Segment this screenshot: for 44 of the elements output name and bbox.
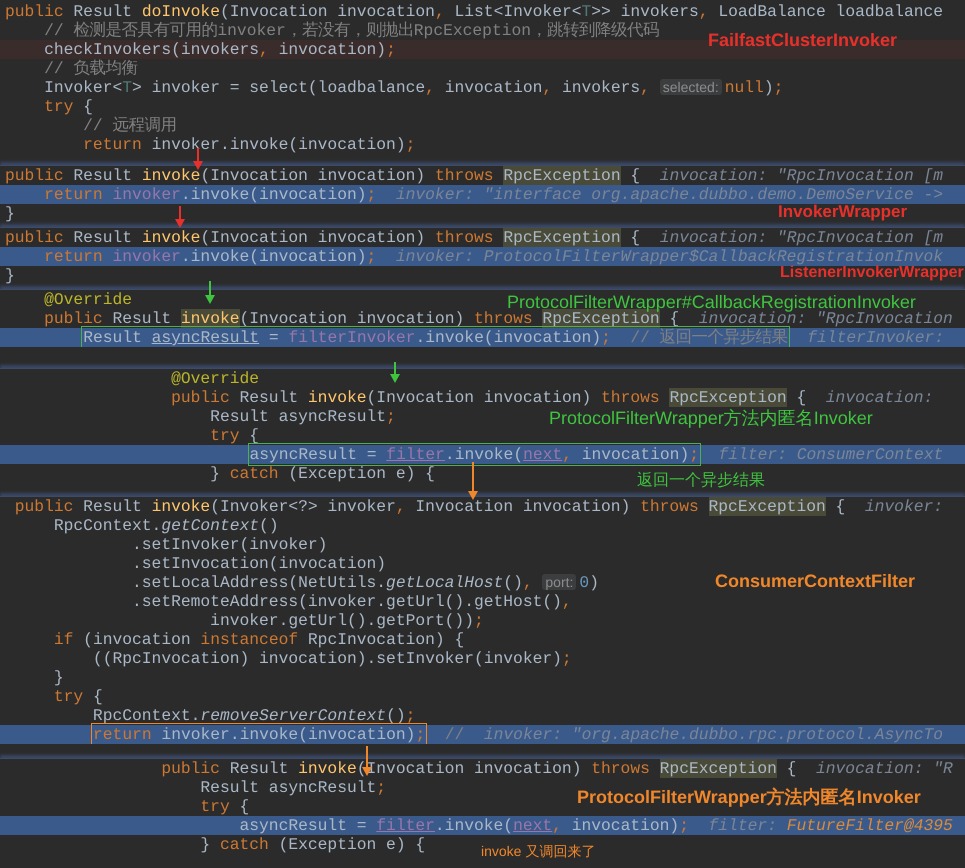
code-line: } catch (Exception e) { xyxy=(199,835,426,854)
code-line: .setRemoteAddress(invoker.getUrl().getHost(), xyxy=(131,592,573,611)
code-line: .setInvoker(invoker) xyxy=(131,535,328,554)
code-line: try { xyxy=(43,97,94,116)
down-arrow xyxy=(175,206,185,228)
down-arrow xyxy=(390,362,400,383)
code-line: @Override xyxy=(170,369,260,388)
code-line: RpcContext.getContext() xyxy=(52,516,280,535)
code-line: return invoker.invoke(invocation); xyxy=(82,135,416,154)
code-line: } xyxy=(4,266,16,285)
annotation-label: invoke 又调回来了 xyxy=(481,843,596,860)
code-line: // 远程调用 xyxy=(82,116,178,135)
annotation-label: ListenerInvokerWrapper xyxy=(780,264,964,282)
code-line: RpcContext.removeServerContext(); xyxy=(92,706,416,725)
code-line: try { xyxy=(209,426,260,445)
annotation-label: ConsumerContextFilter xyxy=(715,571,916,592)
code-line: public Result doInvoke(Invocation invocation, List<Invoker<T>> invokers, LoadBalance loadbalance xyxy=(4,2,944,21)
code-line: .setLocalAddress(NetUtils.getLocalHost(), port: 0) xyxy=(131,573,600,592)
annotation-label: ProtocolFilterWrapper#CallbackRegistrationInvoker xyxy=(507,292,916,312)
code-line: ((RpcInvocation) invocation).setInvoker(invoker); xyxy=(92,649,573,668)
code-line: @Override xyxy=(43,290,134,309)
code-line: Result asyncResult; xyxy=(199,778,388,797)
code-line: } xyxy=(52,668,65,687)
down-arrow xyxy=(205,281,215,304)
code-line: public Result invoke(Invocation invocation) throws RpcException { invocation: xyxy=(170,388,934,407)
code-line: // 负载均衡 xyxy=(43,59,138,78)
code-line: Invoker<T> invoker = select(loadbalance, invocation, invokers, selected: null); xyxy=(43,78,784,97)
annotation-label: 返回一个异步结果 xyxy=(637,472,765,490)
down-arrow xyxy=(468,462,478,500)
code-line: } xyxy=(4,204,16,223)
code-line: public Result invoke(Invocation invocation) throws RpcException { invocation: "RpcInvocation [m xyxy=(4,228,944,247)
code-line: Result asyncResult; xyxy=(209,407,397,426)
code-line: // 检测是否具有可用的invoker，若没有，则抛出RpcException，跳转到降级代码 xyxy=(43,21,660,40)
annotation-label: InvokerWrapper xyxy=(778,202,908,222)
code-line: if (invocation instanceof RpcInvocation) { xyxy=(52,630,466,649)
code-line: try { xyxy=(52,687,104,706)
code-line: public Result invoke(Invoker<?> invoker, Invocation invocation) throws RpcException { invoker: xyxy=(14,497,944,516)
code-line: try { xyxy=(199,797,250,816)
annotation-label: ProtocolFilterWrapper方法内匿名Invoker xyxy=(577,787,921,808)
code-line: public Result invoke(Invocation invocation) throws RpcException { invocation: "RpcInvocation [m xyxy=(4,166,944,185)
annotation-label: ProtocolFilterWrapper方法内匿名Invoker xyxy=(549,408,873,429)
code-line: } catch (Exception e) { xyxy=(209,464,436,483)
code-line: invoker.getUrl().getPort()); xyxy=(209,611,485,630)
code-line: .setInvocation(invocation) xyxy=(131,554,388,573)
